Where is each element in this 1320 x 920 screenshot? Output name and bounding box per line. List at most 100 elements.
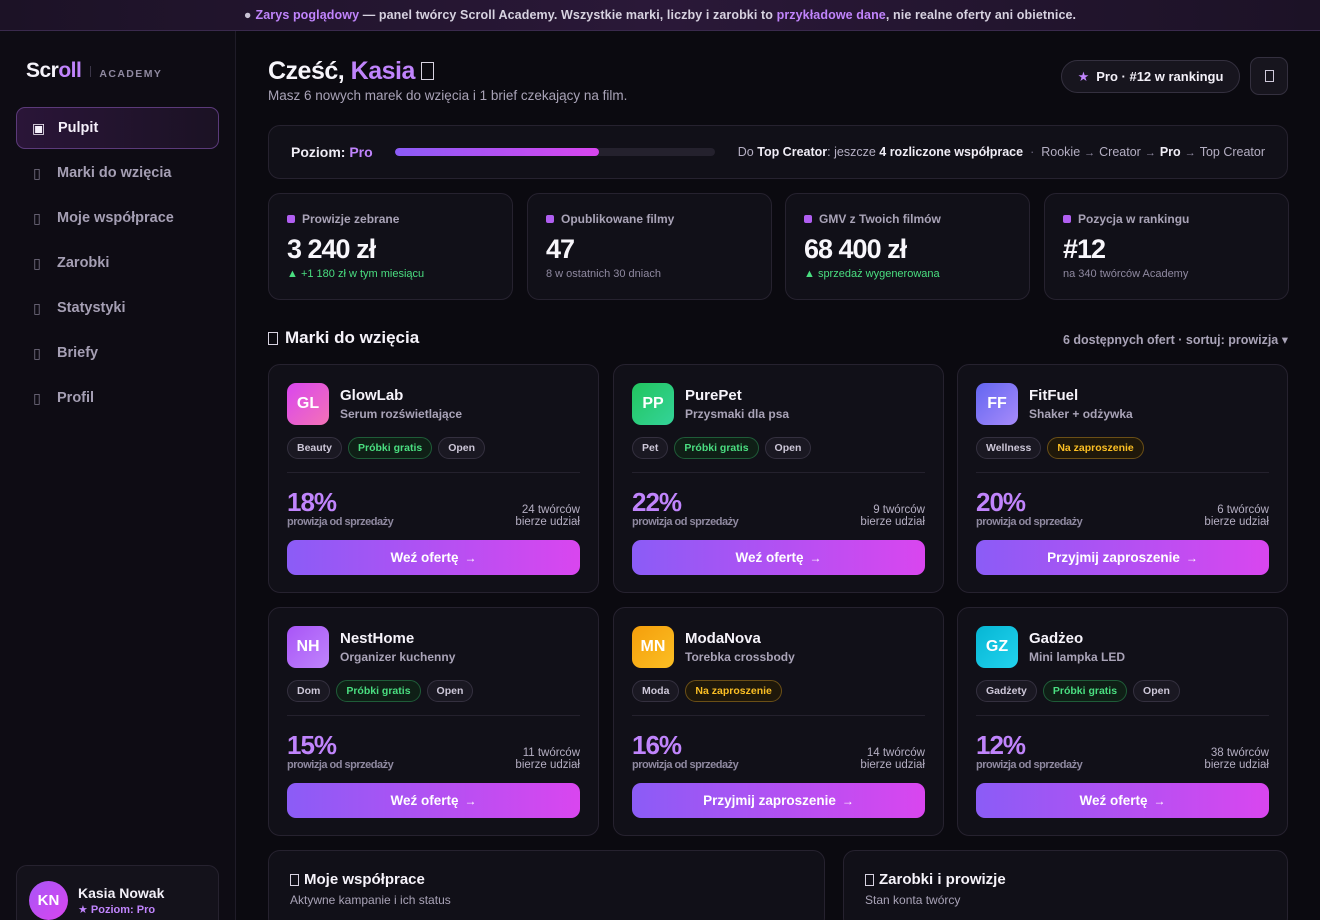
take-offer-label: Weź ofertę [735, 550, 804, 565]
offer-tag: Open [1133, 680, 1180, 702]
arrow-right-icon: → [1184, 147, 1196, 159]
offer-divider [976, 472, 1269, 473]
rank-pill[interactable]: ★ Pro · #12 w rankingu [1061, 60, 1240, 93]
sidebar-item-2[interactable]: ▯ Marki do wzięcia [16, 152, 219, 194]
level-card: Poziom: Pro Do Top Creator: jeszcze 4 ro… [268, 125, 1288, 179]
wave-icon [420, 62, 434, 80]
sidebar-item-4[interactable]: ▯ Zarobki [16, 242, 219, 284]
participants-caption: bierze udział [860, 516, 925, 528]
handshake-icon [290, 873, 299, 886]
offers-section-title-text: Marki do wzięcia [285, 328, 420, 347]
offer-tags: Wellness Na zaproszenie [976, 437, 1269, 459]
offer-divider [632, 715, 925, 716]
take-offer-label: Weź ofertę [390, 793, 459, 808]
commission-rate: 20% [976, 487, 1026, 517]
take-offer-label: Weź ofertę [1079, 793, 1148, 808]
arrow-right-icon: → [1185, 550, 1198, 565]
level-separator: · [1030, 145, 1035, 159]
offers-sort[interactable]: 6 dostępnych ofert · sortuj: prowizja ▾ [1063, 332, 1288, 347]
banner-sample-data: przykładowe dane [776, 8, 886, 22]
offer-tag: Dom [287, 680, 331, 702]
collaborations-title-text: Moje współprace [304, 871, 425, 888]
earnings-title-text: Zarobki i prowizje [879, 871, 1006, 888]
commission-caption: prowizja od sprzedaży [632, 759, 739, 771]
stat-marker [1063, 215, 1071, 223]
page-title: Cześć, Kasia [268, 57, 434, 86]
stat-label: Pozycja w rankingu [1063, 212, 1270, 226]
offer-stats: 22% prowizja od sprzedaży 9 twórców bierze … [632, 486, 925, 528]
offer-tag: Próbki gratis [1042, 680, 1128, 702]
brand-product: Serum rozświetlające [340, 407, 463, 421]
logo[interactable]: Scroll ACADEMY [26, 59, 162, 83]
participants-caption: bierze udział [1204, 759, 1269, 771]
take-offer-button[interactable]: Przyjmij zaproszenie → [976, 540, 1269, 575]
earnings-panel: Zarobki i prowizje Stan konta twórcy [843, 850, 1288, 920]
banner-text: — panel twórcy Scroll Academy. Wszystkie… [359, 8, 777, 22]
sidebar-item-6[interactable]: ▯ Briefy [16, 332, 219, 374]
sidebar: Scroll ACADEMY ▣ Pulpit ▯ Marki do wzięcia ▯… [0, 31, 236, 920]
brand-name: FitFuel [1029, 387, 1079, 404]
sidebar-item-1[interactable]: ▣ Pulpit [16, 107, 219, 149]
brand-logo: PP [632, 383, 674, 425]
level-progress-fill [394, 148, 600, 156]
offer-stats: 20% prowizja od sprzedaży 6 twórców bierze … [976, 486, 1269, 528]
participants-caption: bierze udział [1204, 516, 1269, 528]
offer-tag: Próbki gratis [336, 680, 421, 702]
banner-text-end: , nie realne oferty ani obietnice. [885, 8, 1077, 22]
offer-stats: 12% prowizja od sprzedaży 38 twórców bierze… [976, 729, 1269, 771]
offer-header: MN ModaNova Torebka crossbody [632, 626, 925, 668]
brand-logo: MN [632, 626, 674, 668]
participants-number: 6 twórców [1217, 504, 1269, 516]
take-offer-button[interactable]: Weź ofertę → [632, 540, 925, 575]
stat-label-text: Pozycja w rankingu [1078, 212, 1190, 226]
offer-tag: Pet [632, 437, 669, 459]
arrow-right-icon: → [841, 793, 854, 808]
stat-note: ▲ +1 180 zł w tym miesiącu [287, 268, 425, 280]
sidebar-item-label: Statystyki [57, 300, 126, 316]
participants-caption: bierze udział [860, 759, 925, 771]
offer-tags: Gadżety Próbki gratis Open [976, 680, 1269, 702]
collaborations-panel: Moje współprace Aktywne kampanie i ich s… [268, 850, 825, 920]
star-icon: ★ [1077, 68, 1090, 84]
take-offer-button[interactable]: Weź ofertę → [976, 783, 1269, 818]
commission-rate: 16% [632, 730, 682, 760]
take-offer-button[interactable]: Weź ofertę → [287, 540, 580, 575]
offer-tags: Moda Na zaproszenie [632, 680, 925, 702]
offer-divider [287, 715, 580, 716]
commission-caption: prowizja od sprzedaży [632, 516, 739, 528]
brand-product: Mini lampka LED [1029, 650, 1126, 664]
sidebar-item-7[interactable]: ▯ Profil [16, 377, 219, 419]
level-step: Top Creator [1199, 145, 1265, 159]
commission-rate: 15% [287, 730, 337, 760]
offer-tag: Moda [632, 680, 680, 702]
sidebar-nav: ▣ Pulpit ▯ Marki do wzięcia ▯ Moje współprace… [16, 107, 219, 422]
stat-card: Pozycja w rankingu #12 na 340 twórców Acad… [1044, 193, 1289, 300]
sidebar-item-3[interactable]: ▯ Moje współprace [16, 197, 219, 239]
offer-tag: Beauty [287, 437, 343, 459]
commission-caption: prowizja od sprzedaży [287, 759, 394, 771]
greet-name: Kasia [350, 57, 416, 85]
logo-word-a: Scr [26, 59, 59, 82]
offer-header: PP PurePet Przysmaki dla psa [632, 383, 925, 425]
handshake-icon: ▯ [33, 209, 41, 226]
logo-divider [90, 66, 92, 77]
notifications-button[interactable] [1250, 57, 1288, 95]
user-card[interactable]: KN Kasia Nowak ★ Poziom: Pro [16, 865, 219, 920]
take-offer-label: Weź ofertę [390, 550, 459, 565]
offer-stats: 18% prowizja od sprzedaży 24 twórców bierze… [287, 486, 580, 528]
offer-card: PP PurePet Przysmaki dla psa Pet Próbki grat… [613, 364, 944, 593]
offer-tags: Pet Próbki gratis Open [632, 437, 925, 459]
arrow-right-icon: → [1084, 147, 1096, 159]
offer-divider [976, 715, 1269, 716]
brand-name: ModaNova [685, 630, 761, 647]
offer-tag: Open [438, 437, 486, 459]
take-offer-button[interactable]: Weź ofertę → [287, 783, 580, 818]
take-offer-button[interactable]: Przyjmij zaproszenie → [632, 783, 925, 818]
sidebar-item-5[interactable]: ▯ Statystyki [16, 287, 219, 329]
take-offer-label: Przyjmij zaproszenie [703, 793, 836, 808]
participants-number: 24 twórców [521, 504, 580, 516]
logo-word-b: oll [58, 59, 82, 82]
brand-logo: GL [287, 383, 329, 425]
arrow-right-icon: → [1144, 147, 1156, 159]
offers-grid: GL GlowLab Serum rozświetlające Beauty Próbk… [268, 364, 1288, 836]
